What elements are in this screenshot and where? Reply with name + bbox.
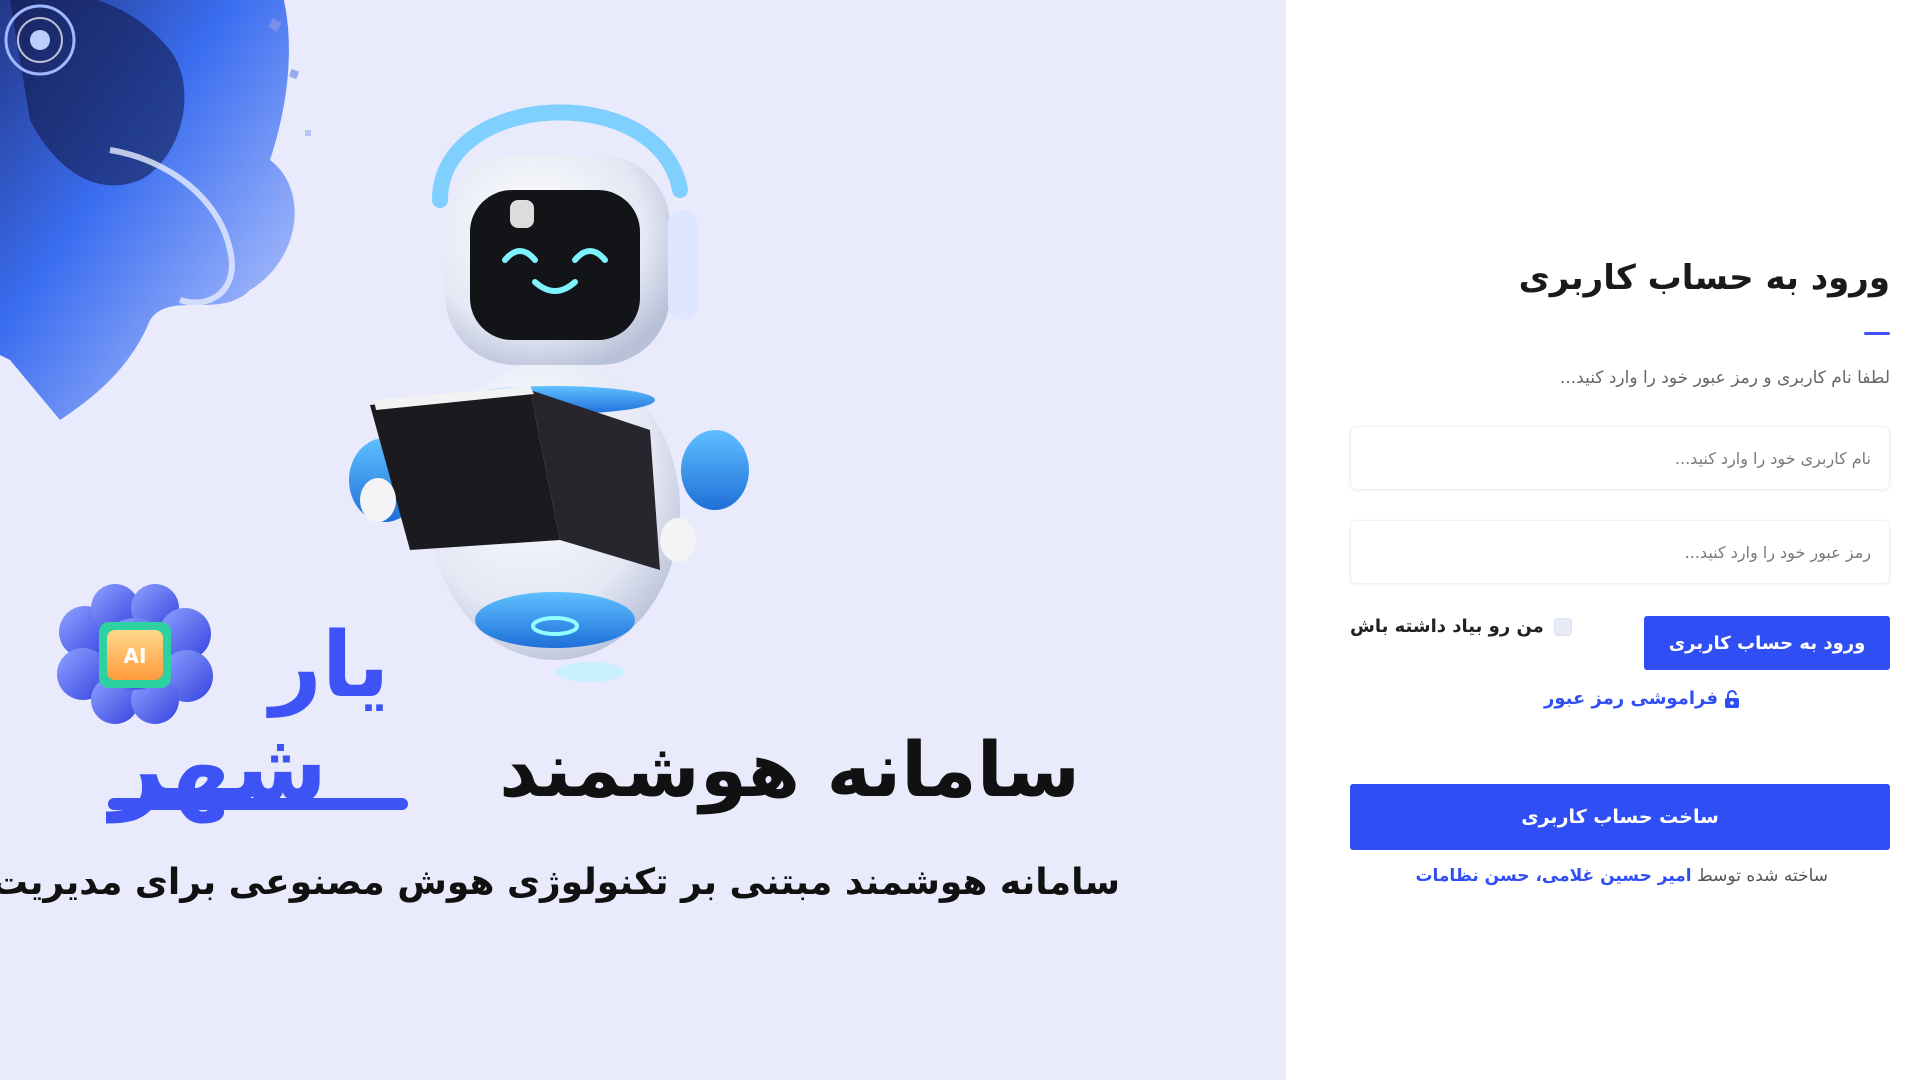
- ai-head-illustration: [0, 0, 311, 420]
- headline: سامانه هوشمند شهر یار: [70, 616, 1080, 840]
- ai-badge-label: AI: [124, 644, 147, 668]
- credit-line: ساخته شده توسط امیر حسین غلامی، حسن نظام…: [1415, 866, 1828, 886]
- remember-me-label: من رو بیاد داشته باش: [1350, 616, 1544, 637]
- remember-me-checkbox[interactable]: [1553, 617, 1572, 636]
- login-button[interactable]: ورود به حساب کاربری: [1644, 616, 1890, 670]
- lock-icon: [1725, 689, 1739, 708]
- headline-text: سامانه هوشمند: [499, 725, 1080, 814]
- brand-name-part2: یار: [270, 613, 390, 718]
- remember-me[interactable]: من رو بیاد داشته باش: [1350, 616, 1572, 637]
- robot-illustration: [349, 104, 749, 682]
- credit-names[interactable]: امیر حسین غلامی، حسن نظامات: [1415, 866, 1691, 886]
- register-button[interactable]: ساخت حساب کاربری: [1350, 784, 1890, 850]
- login-title: ورود به حساب کاربری: [1518, 258, 1890, 298]
- hero-subtitle: سامانه هوشمند مبتنی بر تکنولوژی هوش مصنو…: [0, 862, 1120, 903]
- credit-prefix: ساخته شده توسط: [1697, 866, 1828, 886]
- username-input[interactable]: [1350, 426, 1890, 490]
- forgot-password-link[interactable]: فراموشی رمز عبور: [1544, 688, 1740, 709]
- brand-underline: [108, 798, 408, 810]
- forgot-password-label: فراموشی رمز عبور: [1543, 688, 1718, 709]
- hero-section: AI سامانه هوشمند شهر یار سامانه هوشمند م…: [0, 0, 1286, 1080]
- login-hint: لطفا نام کاربری و رمز عبور خود را وارد ک…: [1559, 368, 1890, 388]
- password-input[interactable]: [1350, 520, 1890, 584]
- login-panel: ورود به حساب کاربری لطفا نام کاربری و رم…: [1286, 0, 1920, 1080]
- title-accent-line: [1864, 332, 1890, 335]
